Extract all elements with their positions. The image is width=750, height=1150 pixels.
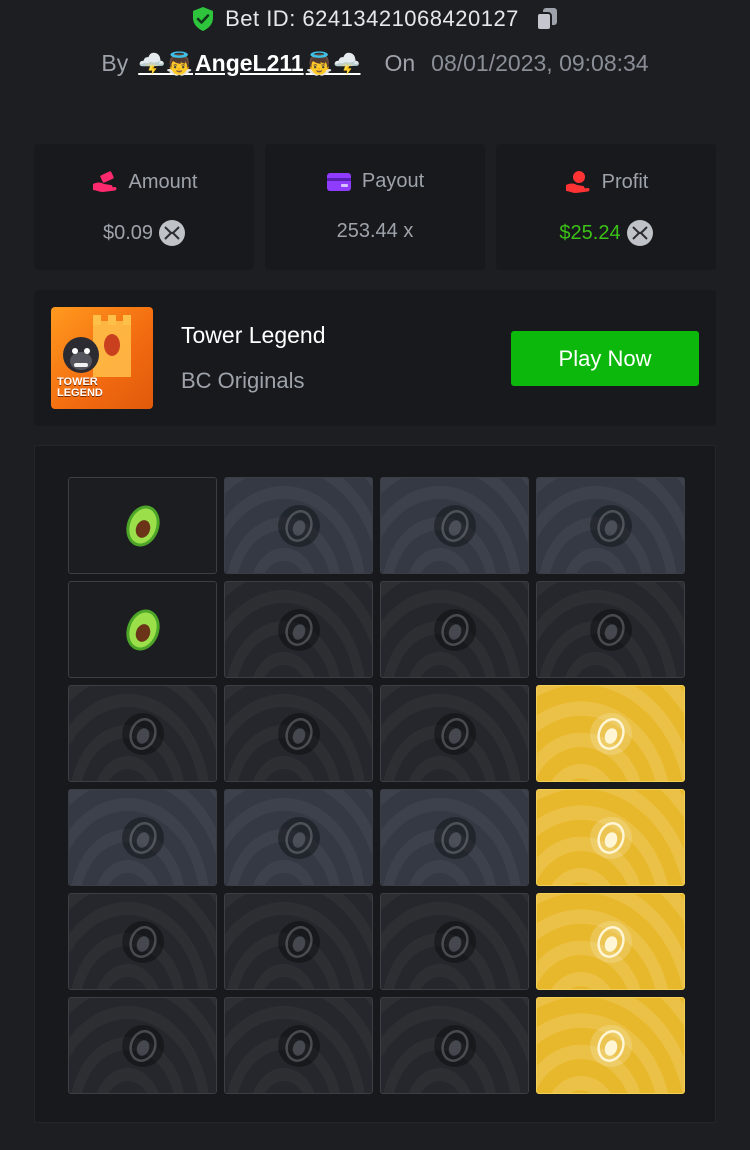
bet-id-line: Bet ID: 62413421068420127 bbox=[0, 6, 750, 32]
seed-icon bbox=[277, 712, 320, 755]
board-tile[interactable] bbox=[224, 893, 373, 990]
board-tile[interactable] bbox=[224, 997, 373, 1094]
seed-icon bbox=[433, 608, 476, 651]
username: AngeL211 bbox=[195, 50, 304, 76]
bet-detail-page: Bet ID: 62413421068420127 By 🌩️👼 AngeL21… bbox=[0, 0, 750, 1150]
game-board bbox=[34, 445, 716, 1123]
seed-icon bbox=[277, 504, 320, 547]
board-tile[interactable] bbox=[380, 893, 529, 990]
copy-icon[interactable] bbox=[535, 6, 559, 32]
board-tile[interactable] bbox=[380, 789, 529, 886]
wallet-card-icon bbox=[326, 172, 351, 191]
profit-value: $25.24 bbox=[559, 221, 621, 244]
seed-icon-revealed bbox=[589, 712, 632, 755]
board-tile[interactable] bbox=[68, 997, 217, 1094]
board-tile[interactable] bbox=[224, 477, 373, 574]
seed-icon bbox=[277, 608, 320, 651]
seed-icon bbox=[121, 816, 164, 859]
seed-icon bbox=[121, 712, 164, 755]
seed-icon bbox=[433, 712, 476, 755]
board-tile[interactable] bbox=[224, 789, 373, 886]
profit-label: Profit bbox=[601, 170, 649, 193]
seed-icon bbox=[589, 504, 632, 547]
avocado-icon bbox=[125, 609, 160, 650]
board-tile[interactable] bbox=[380, 997, 529, 1094]
hand-coins-icon bbox=[565, 171, 590, 193]
board-tile[interactable] bbox=[68, 581, 217, 678]
money-hand-icon bbox=[92, 171, 117, 192]
seed-icon-revealed bbox=[589, 816, 632, 859]
board-tile[interactable] bbox=[536, 581, 685, 678]
board-tile[interactable] bbox=[68, 685, 217, 782]
seed-icon bbox=[277, 920, 320, 963]
seed-icon bbox=[589, 608, 632, 651]
seed-icon bbox=[433, 504, 476, 547]
seed-icon bbox=[277, 1024, 320, 1067]
payout-label: Payout bbox=[361, 170, 425, 192]
user-emoji-left: 🌩️👼 bbox=[138, 50, 194, 76]
board-tile[interactable] bbox=[536, 685, 685, 782]
board-tile[interactable] bbox=[536, 789, 685, 886]
game-thumbnail[interactable]: TOWER LEGEND bbox=[51, 307, 153, 409]
game-promo-card: TOWER LEGEND Tower Legend BC Originals Pl… bbox=[34, 290, 716, 426]
board-tile[interactable] bbox=[380, 685, 529, 782]
board-tile[interactable] bbox=[380, 581, 529, 678]
bet-timestamp: 08/01/2023, 09:08:34 bbox=[431, 50, 649, 76]
board-tile[interactable] bbox=[68, 789, 217, 886]
by-label: By bbox=[101, 50, 129, 76]
amount-card: Amount $0.09 bbox=[34, 144, 254, 270]
verified-shield-icon bbox=[193, 7, 214, 31]
seed-icon-revealed bbox=[589, 1024, 632, 1067]
bet-header: Bet ID: 62413421068420127 By 🌩️👼 AngeL21… bbox=[0, 0, 750, 120]
play-now-button[interactable]: Play Now bbox=[511, 331, 699, 386]
amount-label: Amount bbox=[128, 170, 198, 193]
xrp-coin-icon bbox=[159, 220, 186, 246]
thumb-title: TOWER LEGEND bbox=[57, 376, 103, 399]
bet-byline: By 🌩️👼 AngeL211 👼🌩️ On 08/01/2023, 09:08… bbox=[0, 50, 750, 77]
payout-card: Payout 253.44 x bbox=[265, 144, 485, 270]
user-emoji-right: 👼🌩️ bbox=[305, 50, 361, 76]
board-tile[interactable] bbox=[68, 477, 217, 574]
avocado-icon bbox=[125, 505, 160, 546]
bet-id-text: Bet ID: 62413421068420127 bbox=[225, 6, 519, 31]
board-tile[interactable] bbox=[536, 893, 685, 990]
board-tile[interactable] bbox=[224, 581, 373, 678]
board-tile[interactable] bbox=[536, 997, 685, 1094]
username-link[interactable]: 🌩️👼 AngeL211 👼🌩️ bbox=[138, 50, 360, 77]
seed-icon bbox=[433, 816, 476, 859]
seed-icon bbox=[121, 920, 164, 963]
board-tile[interactable] bbox=[380, 477, 529, 574]
on-label: On bbox=[384, 50, 416, 76]
amount-value: $0.09 bbox=[102, 221, 154, 244]
game-provider: BC Originals bbox=[181, 368, 305, 393]
seed-icon bbox=[121, 1024, 164, 1067]
board-tile[interactable] bbox=[224, 685, 373, 782]
payout-value: 253.44 x bbox=[336, 220, 414, 242]
game-name: Tower Legend bbox=[181, 322, 326, 348]
xrp-coin-icon bbox=[626, 220, 653, 246]
profit-card: Profit $25.24 bbox=[496, 144, 716, 270]
tile-grid bbox=[68, 477, 685, 1094]
board-tile[interactable] bbox=[68, 893, 217, 990]
board-tile[interactable] bbox=[536, 477, 685, 574]
seed-icon-revealed bbox=[589, 920, 632, 963]
seed-icon bbox=[433, 1024, 476, 1067]
seed-icon bbox=[277, 816, 320, 859]
seed-icon bbox=[433, 920, 476, 963]
